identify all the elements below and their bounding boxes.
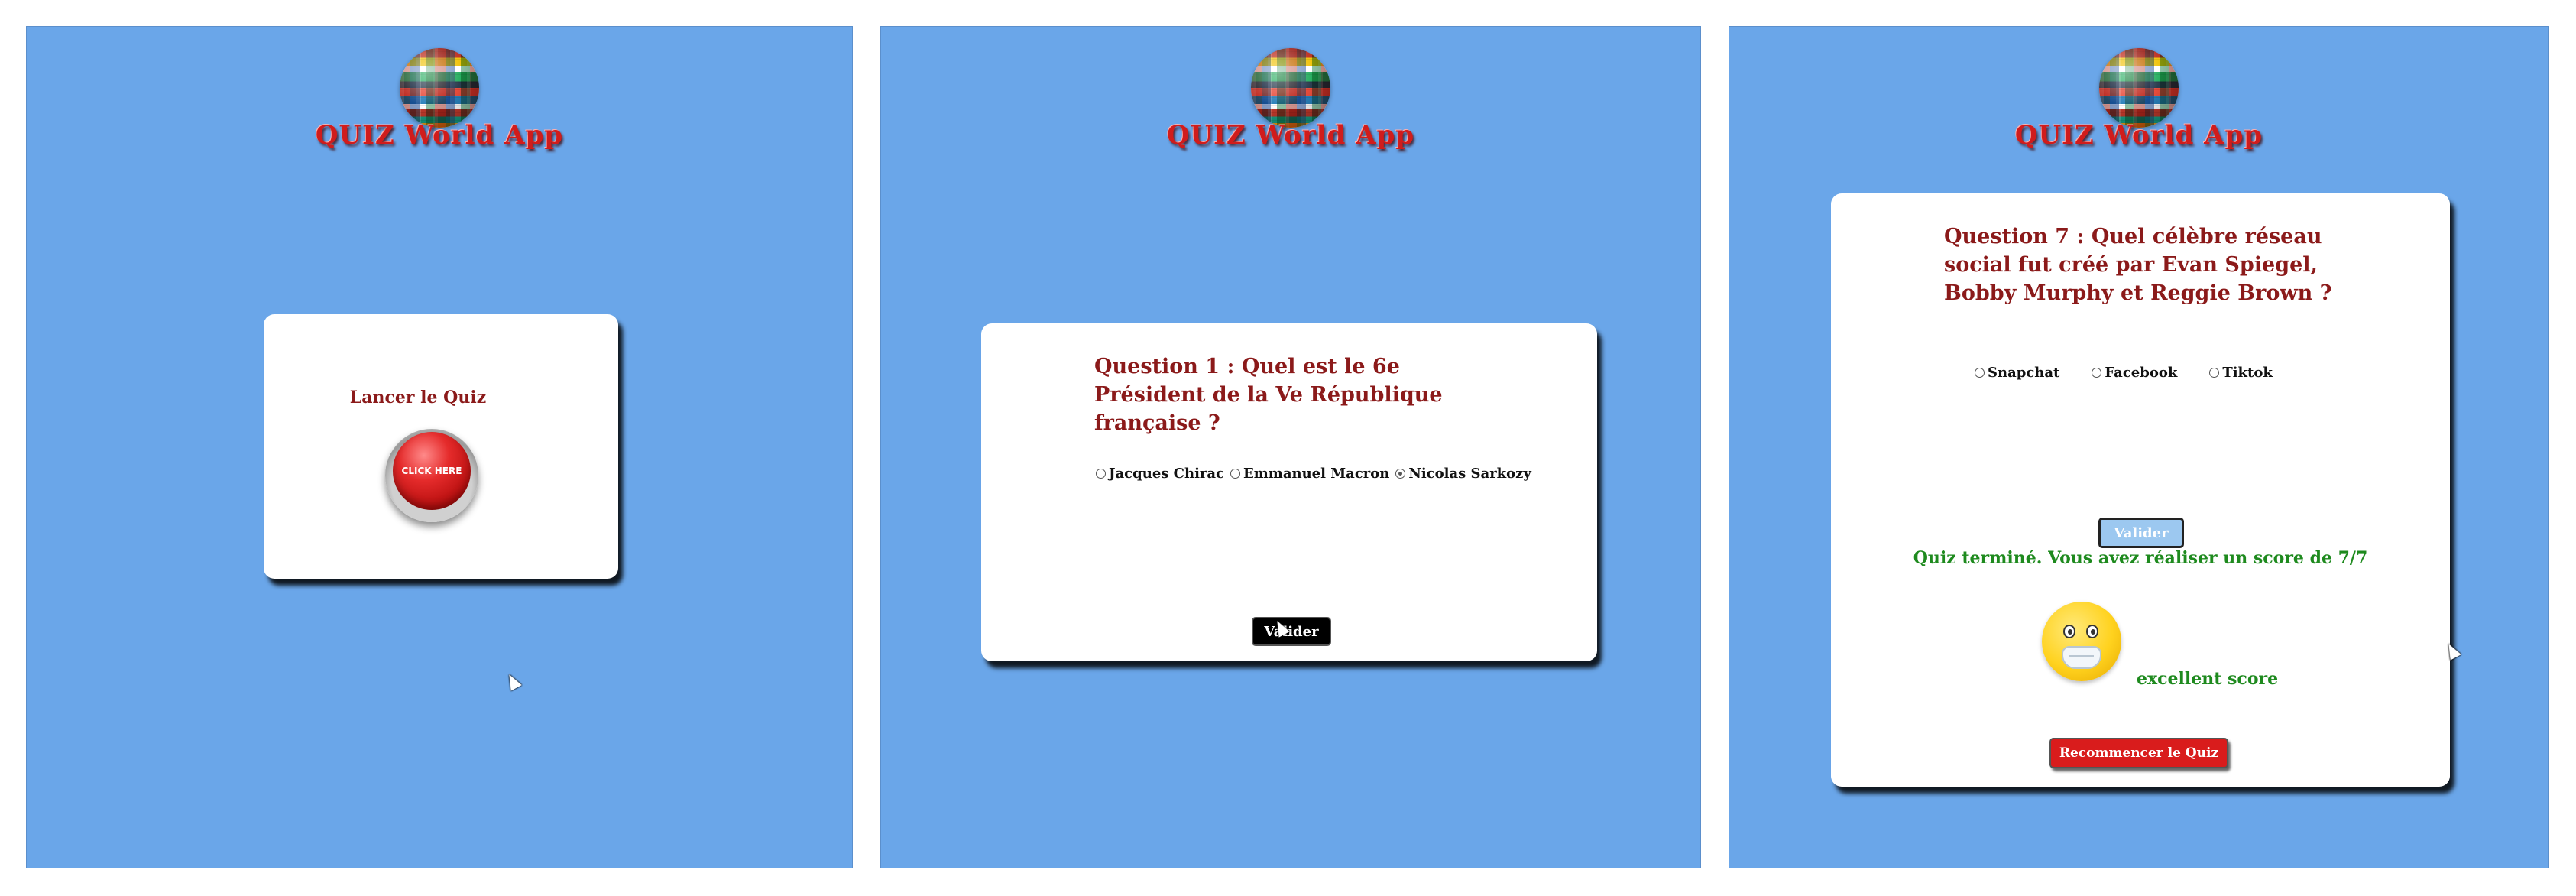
globe-flags-icon [400,48,479,128]
radio-button-selected[interactable] [1395,469,1406,479]
score-comment: excellent score [2137,669,2279,689]
mouse-cursor-icon [504,671,522,691]
quiz-result-screen: QUIZ World App Question 7 : Quel célèbre… [1729,26,2549,868]
result-card: Question 7 : Quel célèbre réseau social … [1831,193,2450,787]
answer-option[interactable]: Tiktok [2209,365,2273,381]
click-here-button[interactable]: CLICK HERE [385,429,478,522]
radio-button[interactable] [1230,469,1241,479]
face-with-medical-mask-icon [2042,602,2121,681]
globe-flags-icon [2099,48,2179,128]
answer-option[interactable]: Nicolas Sarkozy [1395,466,1531,482]
question-text: Question 7 : Quel célèbre réseau social … [1944,225,2332,305]
answer-option[interactable]: Jacques Chirac [1096,466,1224,482]
app-title: QUIZ World App [2014,120,2263,151]
app-header: QUIZ World App [27,37,852,167]
emoji-mask [2062,646,2101,669]
radio-button[interactable] [1975,368,1985,378]
validate-button-disabled[interactable]: Valider [2098,518,2184,548]
answer-options: Snapchat Facebook Tiktok [1975,365,2305,381]
start-card: Lancer le Quiz CLICK HERE [264,314,618,579]
launch-quiz-label: Lancer le Quiz [349,388,487,407]
emoji-eye [2063,625,2075,638]
emoji-eye [2086,625,2098,638]
answer-options: Jacques Chirac Emmanuel Macron Nicolas S… [1096,466,1537,482]
quiz-question-screen: QUIZ World App Question 1 : Quel est le … [880,26,1701,868]
answer-option-label: Emmanuel Macron [1243,466,1390,482]
answer-option-label: Tiktok [2222,365,2273,381]
restart-quiz-button[interactable]: Recommencer le Quiz [2049,738,2228,768]
app-header: QUIZ World App [881,37,1700,167]
question-card: Question 1 : Quel est le 6e Président de… [981,323,1597,661]
answer-option[interactable]: Snapchat [1975,365,2059,381]
globe-flags-icon [1251,48,1330,128]
answer-option[interactable]: Emmanuel Macron [1230,466,1389,482]
question-text: Question 1 : Quel est le 6e Président de… [1094,355,1443,435]
radio-button[interactable] [2209,368,2220,378]
answer-option-label: Jacques Chirac [1109,466,1225,482]
quiz-start-screen: QUIZ World App Lancer le Quiz CLICK HERE [26,26,853,868]
radio-button[interactable] [1096,469,1106,479]
answer-option-label: Snapchat [1988,365,2060,381]
app-title: QUIZ World App [315,120,564,151]
app-title: QUIZ World App [1166,120,1415,151]
click-here-label: CLICK HERE [393,432,471,510]
radio-button[interactable] [2092,368,2102,378]
answer-option-label: Nicolas Sarkozy [1408,466,1531,482]
quiz-result-text: Quiz terminé. Vous avez réaliser un scor… [1913,548,2368,568]
app-header: QUIZ World App [1729,37,2548,167]
validate-button[interactable]: Valider [1252,617,1331,646]
answer-option[interactable]: Facebook [2092,365,2177,381]
answer-option-label: Facebook [2105,365,2178,381]
